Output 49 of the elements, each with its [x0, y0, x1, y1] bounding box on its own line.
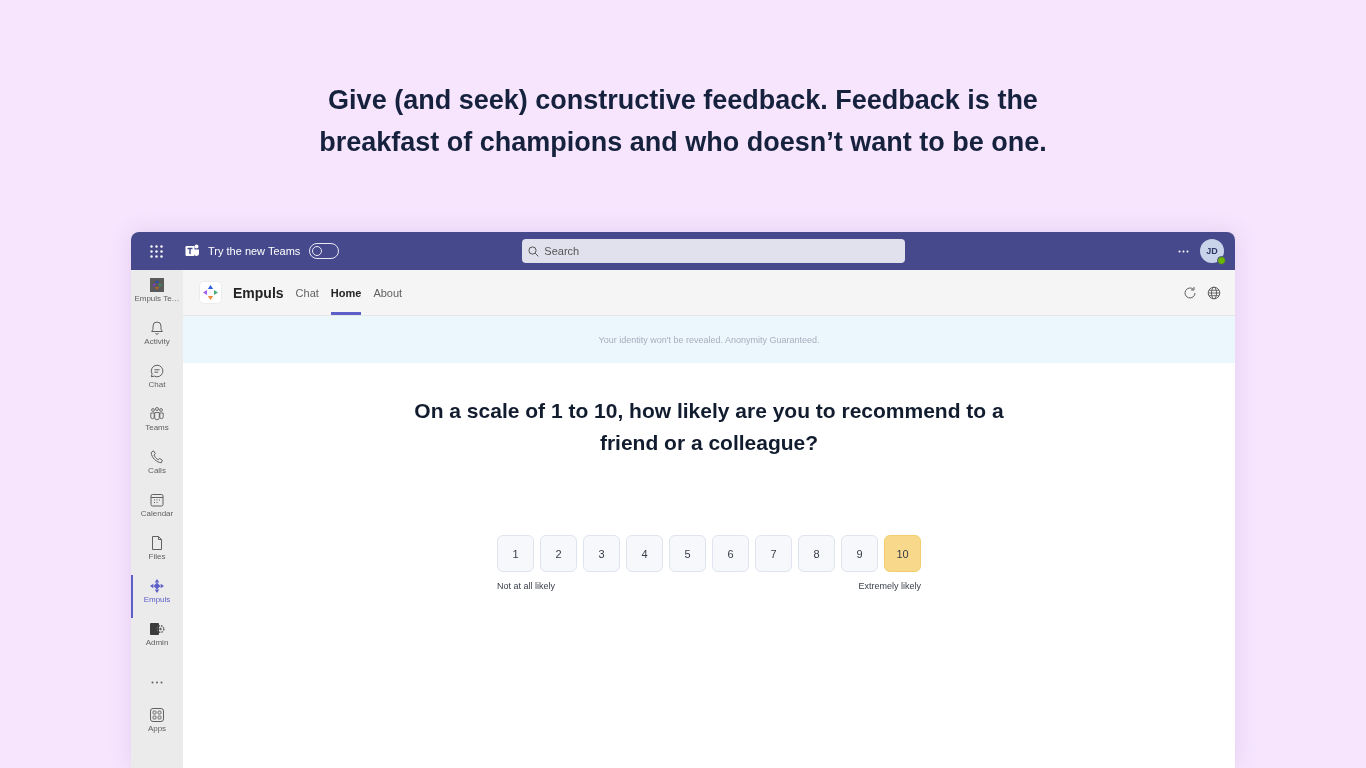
rail-item[interactable]: Admin [131, 618, 183, 661]
chat-bubble-icon [149, 363, 165, 379]
scale-min-label: Not at all likely [497, 581, 556, 591]
more-icon[interactable] [1178, 249, 1189, 253]
rating-option[interactable]: 9 [841, 535, 878, 572]
rail-item[interactable]: Calendar [131, 489, 183, 532]
toggle-label: Try the new Teams [208, 245, 301, 257]
rating-option[interactable]: 7 [755, 535, 792, 572]
rating-option[interactable]: 4 [626, 535, 663, 572]
rail-item[interactable]: Empuls Te… [131, 274, 183, 317]
app-tile-icon [149, 277, 165, 293]
people-logo-icon [185, 244, 200, 258]
more-icon[interactable] [151, 681, 163, 684]
rating-option[interactable]: 10 [884, 535, 921, 572]
apps-icon [149, 707, 165, 723]
rating-option[interactable]: 1 [497, 535, 534, 572]
app-launcher-icon[interactable] [150, 244, 163, 258]
rail-item[interactable]: Files [131, 532, 183, 575]
rail-item[interactable]: Chat [131, 360, 183, 403]
rating-option[interactable]: 5 [669, 535, 706, 572]
survey-question: On a scale of 1 to 10, how likely are you to recommend to a friend or a colleague? [413, 398, 1005, 456]
rating-option[interactable]: 6 [712, 535, 749, 572]
rail-item[interactable]: Apps [131, 704, 183, 747]
rating-option[interactable]: 3 [583, 535, 620, 572]
rail-item[interactable]: Empuls [131, 575, 183, 618]
rail-item[interactable]: Teams [131, 403, 183, 446]
rating-option[interactable]: 8 [798, 535, 835, 572]
user-avatar[interactable]: JD [1200, 239, 1224, 263]
document-icon [149, 535, 165, 551]
rating-option[interactable]: 2 [540, 535, 577, 572]
tab[interactable]: About [373, 270, 403, 315]
globe-icon[interactable] [1207, 285, 1221, 300]
rail-item[interactable]: Activity [131, 317, 183, 360]
refresh-icon[interactable] [1183, 285, 1197, 300]
four-arrows-icon [149, 578, 165, 594]
headline: Give (and seek) constructive feedback. Feedback is the breakfast of champions and who doesn’t want to be one. [318, 84, 1048, 159]
search-icon [528, 245, 540, 257]
search-field[interactable]: Search [522, 239, 906, 263]
bell-icon [149, 320, 165, 336]
people-icon [149, 406, 165, 422]
rail-item[interactable]: Calls [131, 446, 183, 489]
gear-tile-icon [149, 621, 165, 637]
calendar-icon [149, 492, 165, 508]
tab[interactable]: Chat [295, 270, 319, 315]
four-arrows-logo-icon [199, 281, 222, 304]
scale-max-label: Extremely likely [858, 581, 921, 591]
notice-text: Your identity won't be revealed. Anonymity Guaranteed. [598, 334, 820, 345]
phone-icon [149, 449, 165, 465]
app-name: Empuls [233, 284, 284, 301]
